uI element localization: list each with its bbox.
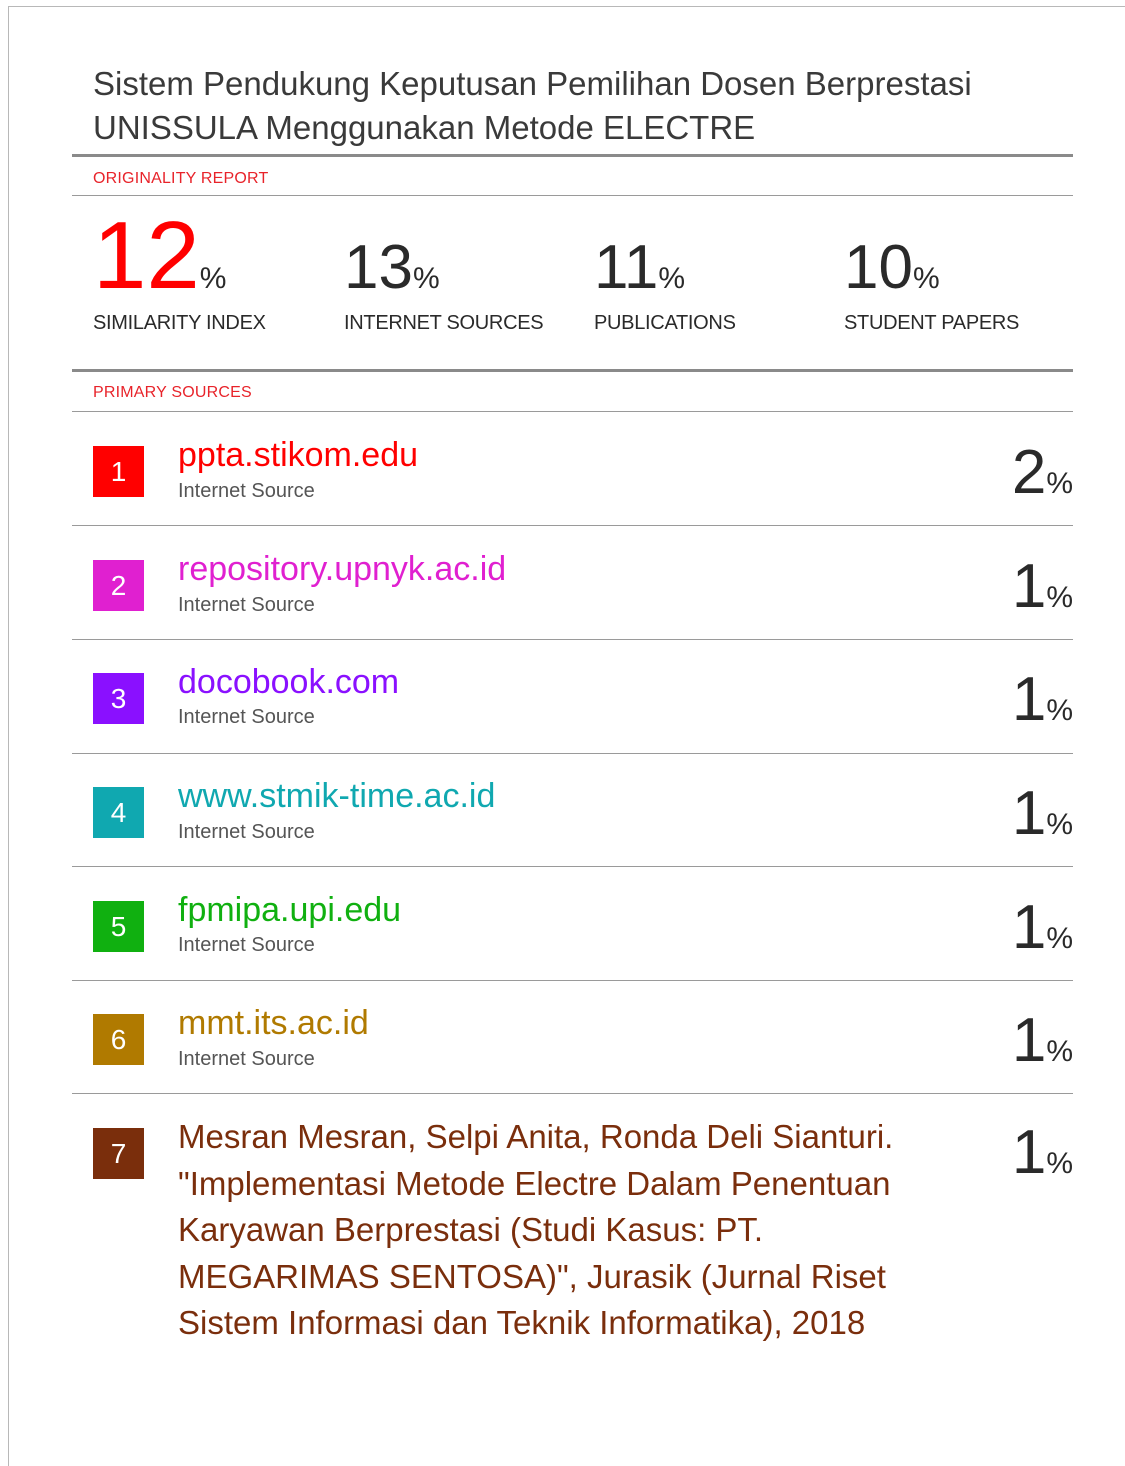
stat-label: SIMILARITY INDEX [93,312,266,334]
source-percent-sign: % [1046,694,1073,727]
title-divider [72,154,1073,157]
source-row: 1 ppta.stikom.edu Internet Source 2% [72,412,1073,525]
source-percent-value: 1 [1011,665,1047,734]
stat-percent-sign: % [658,262,686,295]
source-type: Internet Source [178,821,315,843]
stat-value: 11 [594,233,659,302]
stat-percent-sign: % [199,262,227,295]
source-percent-sign: % [1046,467,1073,500]
source-link[interactable]: docobook.com [178,663,399,701]
source-row: 5 fpmipa.upi.edu Internet Source 1% [72,867,1073,980]
stat-internet-sources: 13% INTERNET SOURCES [344,233,544,335]
source-percent-value: 1 [1011,893,1047,962]
source-percentage: 2% [1012,442,1073,504]
source-type: Internet Source [178,934,315,956]
source-percentage: 1% [1012,556,1073,618]
source-number-badge: 2 [93,560,144,611]
source-link[interactable]: fpmipa.upi.edu [178,891,401,929]
source-percent-sign: % [1046,1035,1073,1068]
source-percentage: 1% [1012,897,1073,959]
source-percent-value: 2 [1011,438,1047,507]
source-percentage: 1% [1012,669,1073,731]
stat-percent-sign: % [912,262,940,295]
source-number-badge: 3 [93,673,144,724]
document-title: Sistem Pendukung Keputusan Pemilihan Dos… [93,65,972,146]
stat-label: INTERNET SOURCES [344,312,544,334]
source-number-badge: 1 [93,446,144,497]
source-row: 4 www.stmik-time.ac.id Internet Source 1… [72,754,1073,867]
source-type: Internet Source [178,594,315,616]
source-percent-value: 1 [1011,779,1047,848]
stat-publications: 11% PUBLICATIONS [594,233,736,335]
source-percent-sign: % [1046,922,1073,955]
source-type: Internet Source [178,480,315,502]
source-percent-sign: % [1046,808,1073,841]
source-percent-sign: % [1046,1147,1073,1180]
source-row: 2 repository.upnyk.ac.id Internet Source… [72,526,1073,639]
source-percent-sign: % [1046,581,1073,614]
stat-label: STUDENT PAPERS [844,312,1020,334]
stat-value: 10 [844,233,913,302]
stat-percent-sign: % [412,262,440,295]
source-number-badge: 7 [93,1128,144,1179]
source-percent-value: 1 [1011,1006,1047,1075]
source-link[interactable]: ppta.stikom.edu [178,436,418,474]
originality-report-label: ORIGINALITY REPORT [93,170,269,187]
stat-student-papers: 10% STUDENT PAPERS [844,233,1019,335]
source-percentage: 1% [1012,1010,1073,1072]
source-type: Internet Source [178,1048,315,1070]
stat-value: 12 [93,202,200,309]
source-percentage: 1% [1012,1122,1073,1184]
source-percent-value: 1 [1011,1118,1047,1187]
stats-divider [72,369,1073,372]
source-row: 3 docobook.com Internet Source 1% [72,640,1073,753]
source-type: Internet Source [178,706,315,728]
source-number-badge: 4 [93,787,144,838]
source-row: 7 Mesran Mesran, Selpi Anita, Ronda Deli… [72,1094,1073,1394]
source-percent-value: 1 [1011,552,1047,621]
originality-divider [72,195,1073,196]
source-row: 6 mmt.its.ac.id Internet Source 1% [72,981,1073,1094]
source-percentage: 1% [1012,783,1073,845]
stat-label: PUBLICATIONS [594,312,736,334]
stat-similarity-index: 12% SIMILARITY INDEX [93,202,266,335]
primary-sources-label: PRIMARY SOURCES [93,384,252,401]
source-citation: Mesran Mesran, Selpi Anita, Ronda Deli S… [178,1118,894,1341]
source-link[interactable]: www.stmik-time.ac.id [178,777,495,815]
source-link[interactable]: repository.upnyk.ac.id [178,550,506,588]
stat-value: 13 [344,233,413,302]
source-link[interactable]: mmt.its.ac.id [178,1004,369,1042]
source-number-badge: 5 [93,901,144,952]
source-number-badge: 6 [93,1014,144,1065]
